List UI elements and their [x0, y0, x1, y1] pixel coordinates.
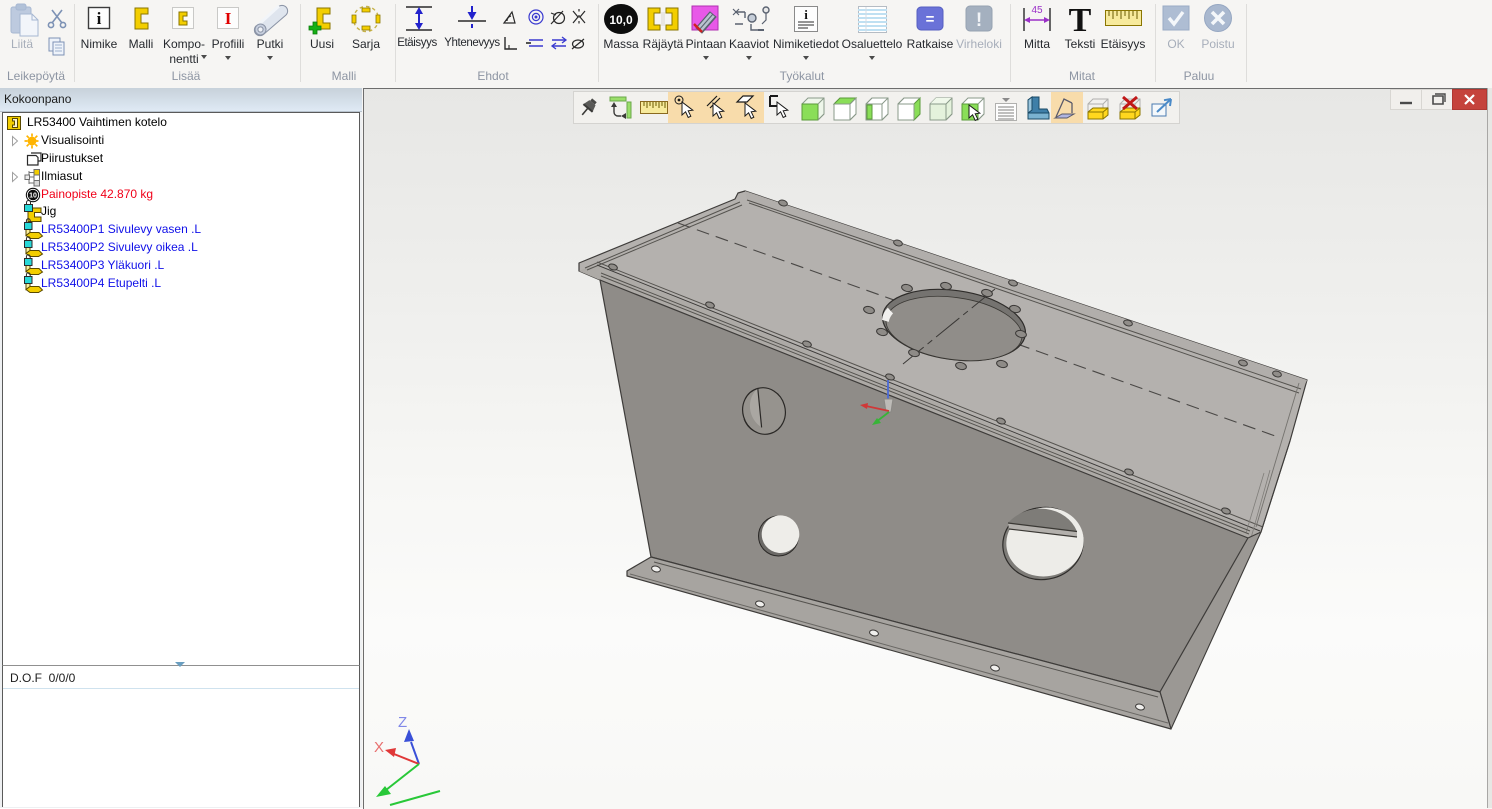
svg-text:i: i — [804, 7, 808, 22]
svg-text:10,0: 10,0 — [609, 13, 633, 27]
svg-text:!: ! — [976, 10, 982, 31]
svg-text:I: I — [225, 9, 232, 28]
svg-text:=: = — [926, 11, 935, 28]
svg-text:T: T — [1069, 2, 1092, 39]
svg-text:45: 45 — [1031, 5, 1043, 16]
svg-text:i: i — [97, 9, 102, 28]
svg-text:10: 10 — [29, 193, 37, 200]
